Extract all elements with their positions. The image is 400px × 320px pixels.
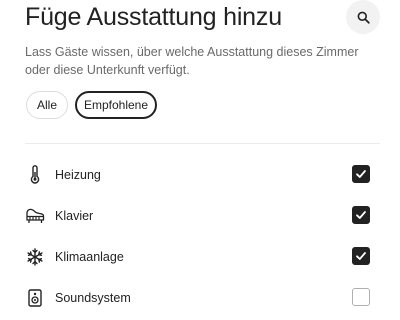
divider (25, 143, 380, 144)
search-icon (357, 11, 370, 24)
filter-chip-all[interactable]: Alle (26, 91, 68, 119)
checkmark-icon (356, 211, 366, 219)
page-subtitle: Lass Gäste wissen, über welche Ausstattu… (25, 45, 359, 77)
amenity-row-klimaanlage[interactable]: Klimaanlage (25, 245, 380, 269)
amenity-label: Klavier (55, 209, 94, 223)
amenity-label: Klimaanlage (55, 250, 124, 264)
amenity-checkbox-heizung[interactable] (352, 165, 370, 183)
checkmark-icon (356, 252, 366, 260)
amenity-checkbox-soundsystem[interactable] (352, 288, 370, 306)
checkmark-icon (356, 170, 366, 178)
amenity-row-soundsystem[interactable]: Soundsystem (25, 286, 380, 310)
page-title: Füge Ausstattung hinzu (25, 3, 282, 31)
piano-icon (25, 206, 45, 226)
amenity-label: Soundsystem (55, 291, 131, 305)
amenity-row-heizung[interactable]: Heizung (25, 163, 380, 187)
amenity-row-klavier[interactable]: Klavier (25, 204, 380, 228)
amenity-checkbox-klimaanlage[interactable] (352, 247, 370, 265)
snowflake-icon (25, 247, 45, 267)
filter-chip-recommended[interactable]: Empfohlene (75, 91, 157, 119)
amenity-checkbox-klavier[interactable] (352, 206, 370, 224)
speaker-icon (25, 288, 45, 308)
amenity-label: Heizung (55, 168, 101, 182)
thermometer-icon (25, 165, 45, 185)
search-button[interactable] (346, 0, 380, 34)
